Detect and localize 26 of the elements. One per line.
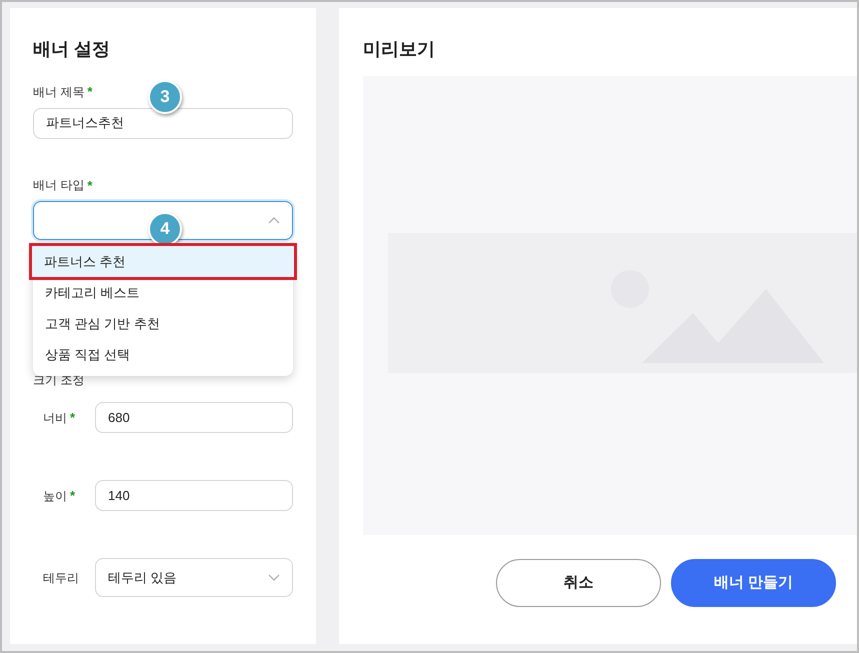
required-mark: * <box>87 83 92 101</box>
create-button[interactable]: 배너 만들기 <box>671 559 836 607</box>
required-mark: * <box>87 176 92 194</box>
field-label: 너비 <box>43 410 67 426</box>
field-label: 높이 <box>43 488 67 504</box>
dropdown-option[interactable]: 상품 직접 선택 <box>33 339 293 370</box>
select-field[interactable] <box>33 201 293 240</box>
cancel-button[interactable]: 취소 <box>496 559 661 607</box>
input-field[interactable]: 680 <box>95 402 293 433</box>
step-badge: 4 <box>148 212 182 246</box>
field-label: 배너 타입 <box>33 177 84 194</box>
dropdown-option[interactable]: 카테고리 베스트 <box>33 277 293 308</box>
field-label: 테두리 <box>43 570 79 586</box>
step-badge: 3 <box>148 80 182 114</box>
caret-icon <box>268 217 280 224</box>
panel-title: 미리보기 <box>363 38 436 61</box>
input-field[interactable]: 140 <box>95 480 293 511</box>
field-label: 배너 제목 <box>33 84 84 101</box>
select-field[interactable]: 테두리 있음 <box>95 558 293 597</box>
required-mark: * <box>70 408 76 427</box>
required-mark: * <box>70 486 76 505</box>
panel-title: 배너 설정 <box>33 38 112 61</box>
dropdown-option[interactable]: 파트너스 추천 <box>32 246 294 277</box>
caret-icon <box>268 574 280 581</box>
dropdown-option[interactable]: 고객 관심 기반 추천 <box>33 308 293 339</box>
section-label: 크기 조정 <box>33 372 86 389</box>
